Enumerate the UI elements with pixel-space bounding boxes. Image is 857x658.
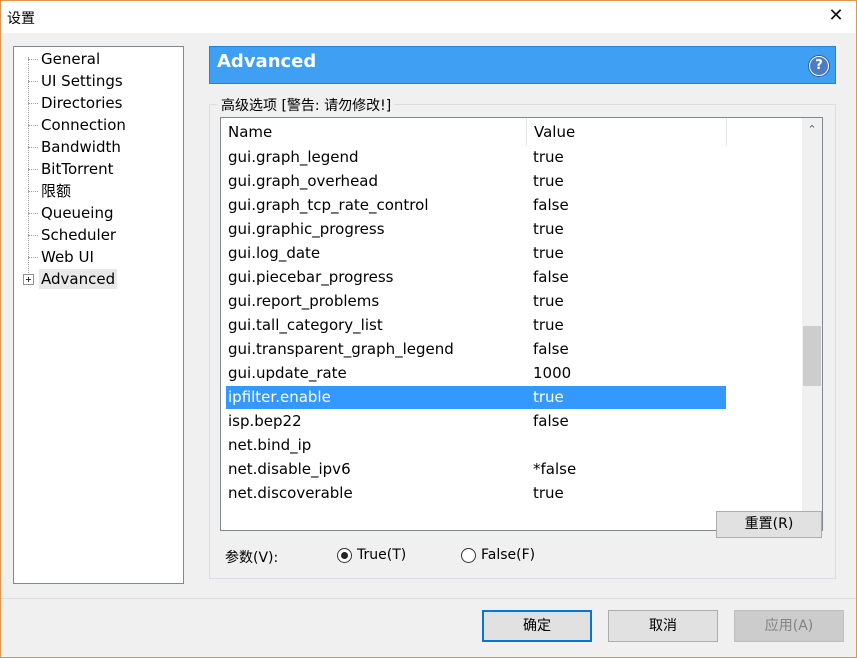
- sidebar-item-scheduler[interactable]: Scheduler: [14, 225, 183, 247]
- table-row[interactable]: net.discoverable true: [226, 482, 726, 505]
- table-row[interactable]: gui.graph_tcp_rate_control false: [226, 194, 726, 217]
- cell-name: isp.bep22: [228, 412, 302, 430]
- sidebar-item-advanced[interactable]: Advanced: [14, 269, 183, 291]
- sidebar-item-directories[interactable]: Directories: [14, 93, 183, 115]
- sidebar-item-connection[interactable]: Connection: [14, 115, 183, 137]
- cell-name: gui.transparent_graph_legend: [228, 340, 454, 358]
- reset-button[interactable]: 重置(R): [716, 511, 822, 538]
- cell-name: gui.graph_overhead: [228, 172, 379, 190]
- sidebar-item-label: BitTorrent: [41, 160, 114, 178]
- help-icon[interactable]: ?: [809, 56, 829, 76]
- table-row[interactable]: gui.graph_overhead true: [226, 170, 726, 193]
- cell-value: false: [533, 196, 569, 214]
- list-header: Name Value: [221, 118, 803, 146]
- sidebar-item-bittorrent[interactable]: BitTorrent: [14, 159, 183, 181]
- table-row[interactable]: gui.graph_legend true: [226, 146, 726, 169]
- dialog-body: General UI Settings Directories Connecti…: [1, 33, 856, 598]
- cell-name: net.bind_ip: [228, 436, 312, 454]
- cancel-button[interactable]: 取消: [608, 610, 718, 642]
- table-row[interactable]: ipfilter.enable true: [226, 386, 726, 409]
- cell-value: true: [533, 316, 564, 334]
- param-label: 参数(V):: [225, 550, 279, 566]
- radio-true-circle[interactable]: [337, 548, 352, 563]
- table-row[interactable]: gui.transparent_graph_legend false: [226, 338, 726, 361]
- sidebar-item-queueing[interactable]: Queueing: [14, 203, 183, 225]
- table-row[interactable]: isp.bep22 false: [226, 410, 726, 433]
- list-body: gui.graph_legend true gui.graph_overhead tr…: [221, 146, 803, 530]
- group-legend: 高级选项 [警告: 请勿修改!]: [218, 95, 395, 115]
- ok-button[interactable]: 确定: [482, 610, 592, 642]
- cell-name: gui.graph_legend: [228, 148, 359, 166]
- sidebar-item-ui-settings[interactable]: UI Settings: [14, 71, 183, 93]
- column-header-value[interactable]: Value: [527, 118, 727, 146]
- advanced-settings-list[interactable]: Name Value gui.graph_legend true gui.graph…: [220, 117, 823, 531]
- table-row[interactable]: gui.report_problems true: [226, 290, 726, 313]
- cell-value: *false: [533, 460, 577, 478]
- apply-button[interactable]: 应用(A): [734, 610, 844, 642]
- sidebar-item-label: UI Settings: [41, 72, 123, 90]
- sidebar-item-limits[interactable]: 限额: [14, 181, 183, 203]
- cell-name: gui.graph_tcp_rate_control: [228, 196, 429, 214]
- table-row[interactable]: gui.piecebar_progress false: [226, 266, 726, 289]
- settings-window: 设置 ✕ General UI Settings Directories Con…: [0, 0, 857, 658]
- window-title: 设置: [7, 11, 35, 27]
- cell-name: gui.log_date: [228, 244, 321, 262]
- sidebar-item-general[interactable]: General: [14, 49, 183, 71]
- cell-value: true: [533, 292, 564, 310]
- sidebar-item-label: 限额: [41, 182, 72, 200]
- table-row[interactable]: gui.graphic_progress true: [226, 218, 726, 241]
- sidebar-item-label: Web UI: [41, 248, 94, 266]
- sidebar-item-label: Scheduler: [41, 226, 117, 244]
- cell-value: false: [533, 340, 569, 358]
- radio-false-circle[interactable]: [461, 548, 476, 563]
- vertical-scrollbar[interactable]: ⌃ ⌄: [802, 118, 822, 530]
- sidebar-item-label: Queueing: [41, 204, 114, 222]
- cell-value: true: [533, 388, 564, 406]
- settings-tree: General UI Settings Directories Connecti…: [13, 46, 184, 584]
- section-title: Advanced: [217, 51, 317, 72]
- cell-value: true: [533, 148, 564, 166]
- sidebar-item-web-ui[interactable]: Web UI: [14, 247, 183, 269]
- table-row[interactable]: net.disable_ipv6 *false: [226, 458, 726, 481]
- cell-name: gui.piecebar_progress: [228, 268, 394, 286]
- table-row[interactable]: gui.update_rate 1000: [226, 362, 726, 385]
- section-header-banner: Advanced ?: [209, 46, 836, 84]
- radio-false-label: False(F): [481, 547, 536, 563]
- cell-value: true: [533, 220, 564, 238]
- cell-name: net.disable_ipv6: [228, 460, 351, 478]
- sidebar-item-label: Directories: [41, 94, 123, 112]
- table-row[interactable]: gui.tall_category_list true: [226, 314, 726, 337]
- title-bar[interactable]: 设置 ✕: [1, 1, 856, 33]
- cell-name: gui.tall_category_list: [228, 316, 383, 334]
- table-row[interactable]: net.bind_ip: [226, 434, 726, 457]
- table-row[interactable]: gui.log_date true: [226, 242, 726, 265]
- cell-value: true: [533, 244, 564, 262]
- cell-value: false: [533, 412, 569, 430]
- cell-value: 1000: [533, 364, 572, 382]
- radio-true-label: True(T): [357, 547, 407, 563]
- cell-name: gui.graphic_progress: [228, 220, 385, 238]
- sidebar-item-label: Connection: [41, 116, 126, 134]
- column-header-name[interactable]: Name: [221, 118, 527, 146]
- cell-name: net.discoverable: [228, 484, 353, 502]
- sidebar-item-label: Advanced: [39, 269, 118, 289]
- sidebar-item-bandwidth[interactable]: Bandwidth: [14, 137, 183, 159]
- cell-value: false: [533, 268, 569, 286]
- dialog-footer: 确定 取消 应用(A): [1, 598, 856, 657]
- cell-name: gui.update_rate: [228, 364, 347, 382]
- cell-value: true: [533, 484, 564, 502]
- expand-plus-icon[interactable]: [23, 274, 34, 285]
- sidebar-item-label: Bandwidth: [41, 138, 121, 156]
- cell-name: gui.report_problems: [228, 292, 380, 310]
- cell-value: true: [533, 172, 564, 190]
- scroll-thumb[interactable]: [803, 326, 821, 386]
- cell-name: ipfilter.enable: [228, 388, 331, 406]
- scroll-up-icon[interactable]: ⌃: [802, 120, 822, 140]
- close-icon[interactable]: ✕: [822, 5, 850, 29]
- sidebar-item-label: General: [41, 50, 101, 68]
